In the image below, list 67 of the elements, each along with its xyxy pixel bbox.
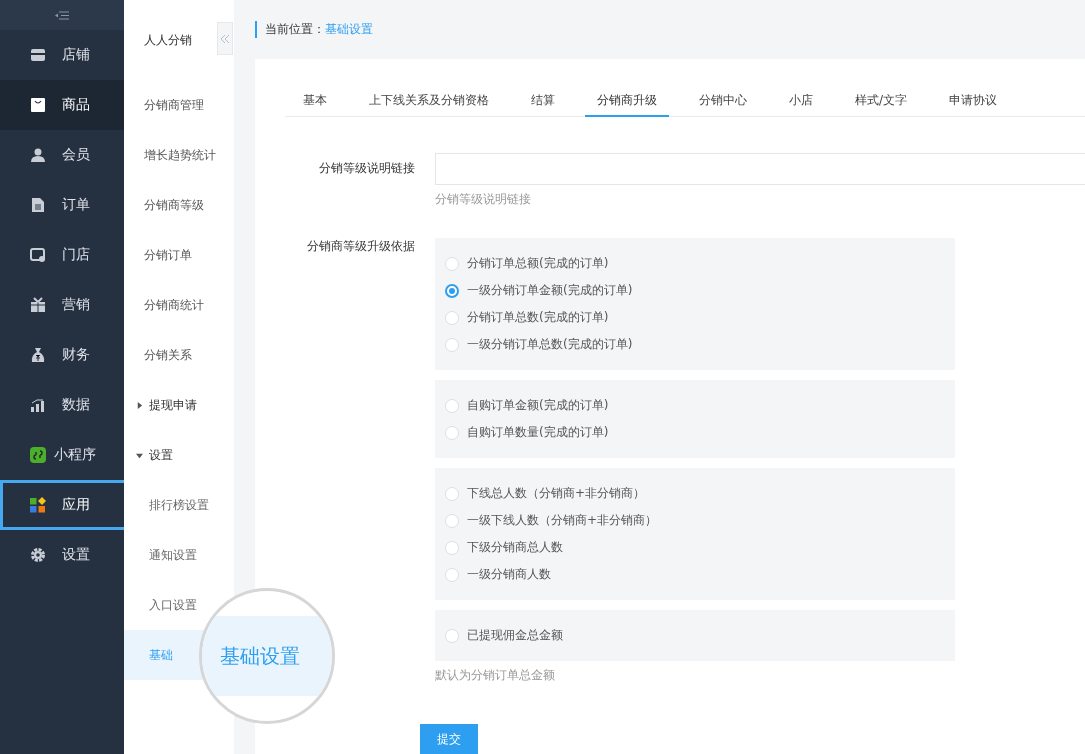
radio-option[interactable]: 一级分销订单总数(完成的订单): [445, 331, 633, 358]
radio-option[interactable]: 下线总人数（分销商+非分销商）: [445, 480, 646, 507]
sub-nav-group[interactable]: 设置: [124, 430, 234, 480]
sub-nav-item[interactable]: 入口设置: [149, 596, 197, 614]
radio-option[interactable]: 一级分销订单金额(完成的订单): [445, 277, 633, 304]
bag-icon: [30, 97, 46, 113]
radio-option[interactable]: 下级分销商总人数: [445, 534, 563, 561]
caret-icon: [136, 451, 143, 459]
field-label: 分销等级说明链接: [318, 160, 416, 177]
tab[interactable]: 申请协议: [937, 85, 1010, 117]
main-nav-item[interactable]: 设置: [0, 530, 124, 580]
document-icon: [30, 197, 46, 213]
store-icon: [30, 47, 46, 63]
radio-button[interactable]: [445, 283, 459, 298]
money-bag-icon: [30, 347, 46, 363]
breadcrumb: 当前位置：基础设置: [255, 21, 373, 38]
tab[interactable]: 分销商升级: [585, 85, 669, 117]
main-nav-item[interactable]: 订单: [0, 180, 124, 230]
main-nav-item[interactable]: 财务: [0, 330, 124, 380]
help-text: 默认为分销订单总金额: [435, 667, 556, 684]
tab[interactable]: 上下线关系及分销资格: [357, 85, 501, 117]
help-text: 分销等级说明链接: [435, 191, 532, 208]
tab[interactable]: 小店: [777, 85, 825, 117]
sub-nav-item[interactable]: 分销订单: [144, 246, 192, 264]
radio-option[interactable]: 一级分销商人数: [445, 561, 551, 588]
double-chevron-icon: [221, 34, 229, 43]
tab[interactable]: 分销中心: [687, 85, 759, 117]
tab[interactable]: 结算: [519, 85, 567, 117]
sub-nav-title: 人人分销: [143, 31, 193, 49]
magnified-label: 基础设置: [220, 642, 300, 670]
sub-nav-item[interactable]: 分销商管理: [144, 96, 204, 114]
shop-icon: [30, 247, 46, 263]
main-nav-item[interactable]: 应用: [0, 480, 128, 530]
main-nav-item[interactable]: 门店: [0, 230, 124, 280]
main-nav-item[interactable]: 会员: [0, 130, 124, 180]
menu-icon: [55, 10, 69, 20]
radio-option[interactable]: 自购订单数量(完成的订单): [445, 419, 609, 446]
tab[interactable]: 基本: [291, 85, 339, 117]
sub-nav-item[interactable]: 增长趋势统计: [144, 146, 216, 164]
sub-nav-item[interactable]: 分销关系: [144, 346, 192, 364]
field-label: 分销商等级升级依据: [306, 238, 416, 255]
radio-option[interactable]: 分销订单总数(完成的订单): [445, 304, 609, 331]
input-field[interactable]: [435, 153, 1085, 185]
sub-nav-group[interactable]: 提现申请: [124, 380, 234, 430]
collapse-menu-button[interactable]: [0, 0, 124, 30]
main-nav-item[interactable]: 营销: [0, 280, 124, 330]
apps-icon: [30, 497, 46, 513]
bar-chart-icon: [30, 397, 46, 413]
radio-option[interactable]: 已提现佣金总金额: [445, 622, 563, 649]
caret-icon: [136, 401, 143, 409]
gear-icon: [30, 547, 46, 563]
sub-nav-item[interactable]: 分销商统计: [144, 296, 204, 314]
tab[interactable]: 样式/文字: [843, 85, 920, 117]
user-icon: [30, 147, 46, 163]
gift-icon: [30, 297, 46, 313]
collapse-button[interactable]: [217, 22, 233, 55]
radio-option[interactable]: 一级下线人数（分销商+非分销商）: [445, 507, 658, 534]
sub-nav-item[interactable]: 排行榜设置: [149, 496, 209, 514]
main-nav-item[interactable]: 商品: [0, 80, 124, 130]
main-nav-item[interactable]: 数据: [0, 380, 124, 430]
mini-program-icon: [30, 447, 46, 463]
sub-nav-item[interactable]: 分销商等级: [144, 196, 204, 214]
radio-option[interactable]: 分销订单总额(完成的订单): [445, 250, 609, 277]
radio-option[interactable]: 自购订单金额(完成的订单): [445, 392, 609, 419]
sub-nav-item[interactable]: 通知设置: [149, 546, 197, 564]
main-nav-item[interactable]: 小程序: [0, 430, 124, 480]
main-nav-item[interactable]: 店铺: [0, 30, 124, 80]
